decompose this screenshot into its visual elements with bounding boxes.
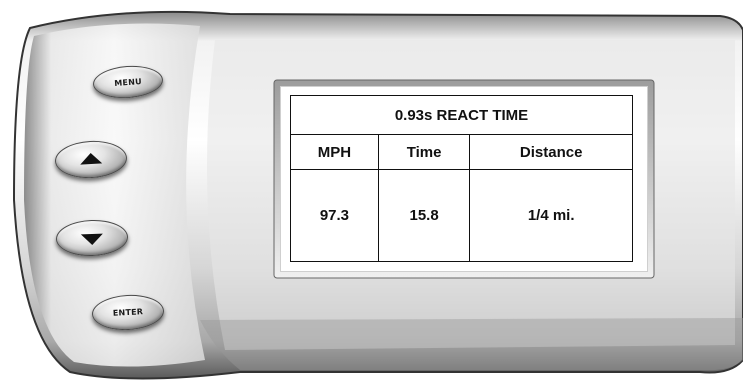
enter-button-label: ENTER bbox=[112, 307, 144, 318]
device-frame: MENU ENTER 0.93s REACT TIME MPH Time Dis… bbox=[0, 0, 743, 389]
readout-title: 0.93s REACT TIME bbox=[290, 95, 633, 135]
react-time-table: 0.93s REACT TIME MPH Time Distance 97.3 … bbox=[290, 95, 633, 262]
column-header-distance: Distance bbox=[469, 134, 633, 170]
value-time: 15.8 bbox=[377, 169, 471, 262]
menu-button-label: MENU bbox=[114, 76, 142, 88]
value-distance: 1/4 mi. bbox=[469, 169, 633, 262]
arrow-up-icon bbox=[79, 152, 103, 165]
arrow-down-icon bbox=[80, 233, 104, 246]
value-mph: 97.3 bbox=[290, 169, 379, 262]
lcd-screen: 0.93s REACT TIME MPH Time Distance 97.3 … bbox=[280, 86, 648, 272]
column-header-time: Time bbox=[377, 134, 471, 170]
column-header-mph: MPH bbox=[290, 134, 379, 170]
